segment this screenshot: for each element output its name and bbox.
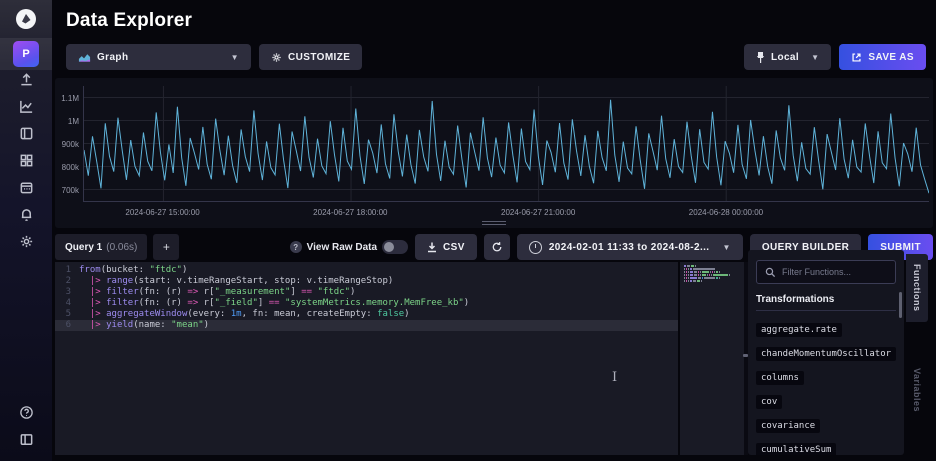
toolbar: Graph ▼ CUSTOMIZE Local ▼ SAVE AS <box>66 44 926 70</box>
code-line[interactable]: 3 |> filter(fn: (r) => r["_measurement"]… <box>55 287 678 298</box>
gear-small-icon <box>271 52 282 63</box>
functions-panel: Transformations aggregate.rate chandeMome… <box>748 250 904 455</box>
tab-variables[interactable]: Variables <box>906 358 928 422</box>
code-line[interactable]: 5 |> aggregateWindow(every: 1m, fn: mean… <box>55 309 678 320</box>
alerts-nav[interactable] <box>0 201 52 228</box>
code-line[interactable]: 4 |> filter(fn: (r) => r["_field"] == "s… <box>55 298 678 309</box>
line-number: 2 <box>55 276 79 287</box>
tab-functions[interactable]: Functions <box>906 254 928 322</box>
customize-label: CUSTOMIZE <box>288 52 350 63</box>
x-axis-tick: 2024-06-28 00:00:00 <box>689 208 763 217</box>
view-type-dropdown[interactable]: Graph ▼ <box>66 44 251 70</box>
chevron-down-icon: ▼ <box>811 53 819 62</box>
y-axis-tick: 1M <box>55 117 79 126</box>
function-list-item[interactable]: cov <box>756 391 896 409</box>
x-axis-tick: 2024-06-27 15:00:00 <box>125 208 199 217</box>
query-workspace: 1from(bucket: "ftdc")2 |> range(start: v… <box>55 250 933 455</box>
notebooks-nav[interactable] <box>0 120 52 147</box>
chevron-down-icon: ▼ <box>231 53 239 62</box>
line-number: 5 <box>55 309 79 320</box>
filter-functions-input[interactable] <box>782 267 887 277</box>
time-series-plot[interactable] <box>83 86 929 202</box>
code-line[interactable]: 2 |> range(start: v.timeRangeStart, stop… <box>55 276 678 287</box>
chart-panel: 1.1M 1M 900k 800k 700k 2024-06-27 15:00:00 20… <box>55 78 933 228</box>
dashboard-grid-icon <box>19 153 34 168</box>
search-icon <box>765 267 776 278</box>
sidebar-toggle-icon <box>19 432 34 447</box>
pin-icon <box>756 52 765 63</box>
y-axis-tick: 800k <box>55 163 79 172</box>
settings-nav[interactable] <box>0 228 52 255</box>
editor-minimap[interactable] <box>680 262 744 455</box>
function-list-item[interactable]: aggregate.rate <box>756 319 896 337</box>
x-axis-tick: 2024-06-27 18:00:00 <box>313 208 387 217</box>
function-list-item[interactable]: cumulativeSum <box>756 439 896 455</box>
x-axis-tick: 2024-06-27 21:00:00 <box>501 208 575 217</box>
line-number: 6 <box>55 320 79 331</box>
y-axis-tick: 1.1M <box>55 94 79 103</box>
y-axis-tick: 700k <box>55 186 79 195</box>
line-chart-icon <box>19 99 34 114</box>
function-list-item[interactable]: covariance <box>756 415 896 433</box>
tasks-nav[interactable] <box>0 174 52 201</box>
line-number: 4 <box>55 298 79 309</box>
line-number: 1 <box>55 265 79 276</box>
flux-code-editor[interactable]: 1from(bucket: "ftdc")2 |> range(start: v… <box>55 262 678 455</box>
page-title: Data Explorer <box>66 10 192 32</box>
bell-icon <box>19 207 34 222</box>
filter-functions-search[interactable] <box>756 260 896 284</box>
question-circle-icon <box>19 405 34 420</box>
function-list-item[interactable]: chandeMomentumOscillator <box>756 343 896 361</box>
org-avatar[interactable]: P <box>13 41 39 67</box>
scope-dropdown[interactable]: Local ▼ <box>744 44 831 70</box>
nav-sidebar: P <box>0 0 52 461</box>
customize-button[interactable]: CUSTOMIZE <box>259 44 362 70</box>
resize-handle[interactable] <box>482 219 506 227</box>
help-nav[interactable] <box>0 399 52 426</box>
line-number: 3 <box>55 287 79 298</box>
data-explorer-nav[interactable] <box>0 93 52 120</box>
calendar-check-icon <box>19 180 34 195</box>
functions-scrollbar[interactable] <box>899 292 902 318</box>
transformations-header: Transformations <box>756 294 896 311</box>
scope-label: Local <box>771 52 799 63</box>
function-list-item[interactable]: columns <box>756 367 896 385</box>
toggle-sidebar-nav[interactable] <box>0 426 52 453</box>
mini-graph-icon <box>78 52 91 63</box>
load-data-nav[interactable] <box>0 66 52 93</box>
gear-icon <box>19 234 34 249</box>
data-explorer-app: P <box>0 0 936 461</box>
save-as-label: SAVE AS <box>868 52 914 63</box>
view-type-label: Graph <box>97 52 219 63</box>
dashboards-nav[interactable] <box>0 147 52 174</box>
save-as-button[interactable]: SAVE AS <box>839 44 926 70</box>
influxdata-logo-icon[interactable] <box>15 8 37 30</box>
code-line[interactable]: 6 |> yield(name: "mean") <box>55 320 678 331</box>
export-icon <box>851 52 862 63</box>
notebook-icon <box>19 126 34 141</box>
code-line[interactable]: 1from(bucket: "ftdc") <box>55 265 678 276</box>
upload-icon <box>19 72 34 87</box>
y-axis-tick: 900k <box>55 140 79 149</box>
